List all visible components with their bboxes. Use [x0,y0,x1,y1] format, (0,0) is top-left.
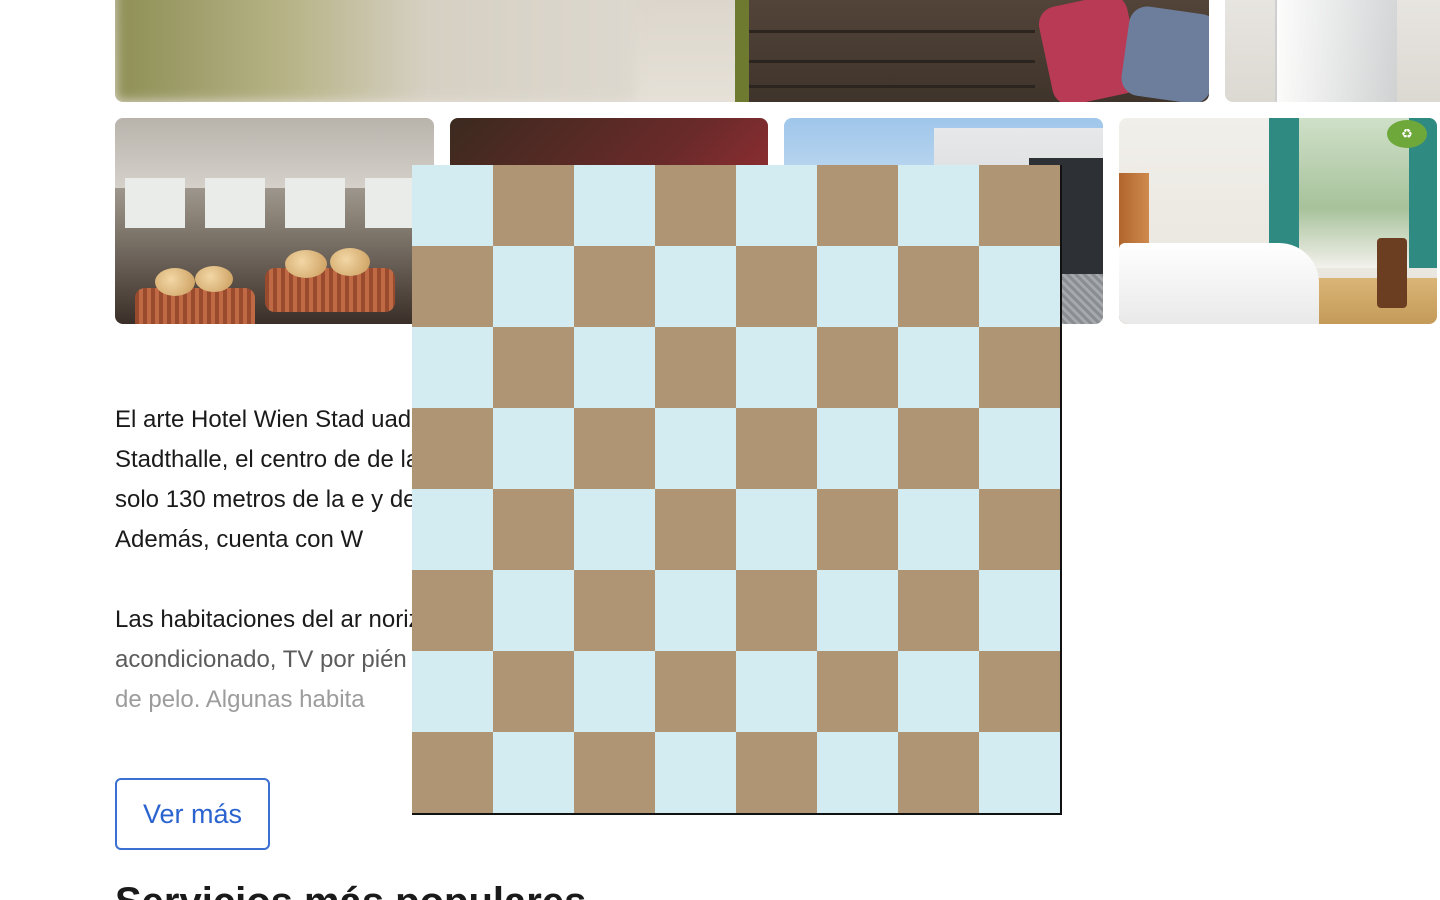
photo-detail-window [285,178,345,228]
photo-detail-bed [1119,243,1319,324]
checkerboard-square [655,327,736,408]
gallery-photo-bathroom[interactable] [1225,0,1440,102]
photo-detail-frame [735,0,749,102]
checkerboard-square [736,408,817,489]
photo-detail-wall [115,0,635,102]
checkerboard-square [574,570,655,651]
checkerboard-square [412,246,493,327]
checkerboard-square [493,408,574,489]
checkerboard-square [412,651,493,732]
photo-detail-basket [135,288,255,324]
checkerboard-square [898,570,979,651]
photo-detail-line [745,85,1035,88]
checkerboard-square [412,732,493,813]
checkerboard-square [493,489,574,570]
photo-detail-window [205,178,265,228]
section-title-popular-services: Servicios más populares [115,880,586,900]
photo-detail-pillow [1119,4,1209,102]
checkerboard-square [736,651,817,732]
checkerboard-square [736,489,817,570]
checkerboard-square [979,570,1060,651]
checkerboard-square [412,165,493,246]
checkerboard-square [493,570,574,651]
checkerboard-square [817,570,898,651]
photo-detail-bread [285,250,327,278]
checkerboard-overlay [412,165,1062,815]
gallery-photo-room[interactable]: ♻ [1119,118,1437,324]
checkerboard-square [574,651,655,732]
checkerboard-square [655,651,736,732]
checkerboard-square [898,165,979,246]
checkerboard-square [979,489,1060,570]
photo-detail-basket [265,268,395,312]
checkerboard-square [412,570,493,651]
photo-detail-line [745,30,1035,33]
checkerboard-square [817,246,898,327]
checkerboard-square [574,408,655,489]
checkerboard-square [736,327,817,408]
checkerboard-square [574,732,655,813]
checkerboard-square [736,165,817,246]
checkerboard-square [979,246,1060,327]
checkerboard-square [655,246,736,327]
checkerboard-square [898,408,979,489]
checkerboard-square [979,165,1060,246]
photo-detail-glass [1275,0,1397,102]
checkerboard-square [979,651,1060,732]
gallery-photo-breakfast[interactable] [115,118,434,324]
photo-detail-bread [330,248,370,276]
checkerboard-square [412,408,493,489]
checkerboard-square [493,165,574,246]
checkerboard-square [493,246,574,327]
gallery-photo-lounge[interactable] [115,0,1209,102]
checkerboard-square [979,408,1060,489]
checkerboard-square [574,327,655,408]
photo-detail-floor [1309,278,1437,324]
checkerboard-square [898,732,979,813]
photo-detail-chair [1377,238,1407,308]
checkerboard-square [655,570,736,651]
checkerboard-square [655,408,736,489]
hotel-page: ♻ El arte Hotel Wien Stad uado a solo 1 … [0,0,1440,900]
photo-detail-bread [155,268,195,296]
checkerboard-square [412,489,493,570]
checkerboard-square [898,246,979,327]
photo-detail-bread [195,266,233,292]
photo-detail-window [125,178,185,228]
photo-detail-line [745,60,1035,63]
checkerboard-square [979,327,1060,408]
checkerboard-square [574,165,655,246]
checkerboard-square [898,327,979,408]
checkerboard-square [817,651,898,732]
checkerboard-square [817,489,898,570]
checkerboard-square [979,732,1060,813]
see-more-button[interactable]: Ver más [115,778,270,850]
checkerboard-square [655,732,736,813]
checkerboard-square [655,489,736,570]
checkerboard-square [898,489,979,570]
checkerboard-square [736,246,817,327]
checkerboard-square [493,327,574,408]
checkerboard-square [736,732,817,813]
checkerboard-square [817,408,898,489]
checkerboard-square [655,165,736,246]
checkerboard-square [817,327,898,408]
checkerboard-square [736,570,817,651]
checkerboard-square [817,732,898,813]
checkerboard-square [493,732,574,813]
checkerboard-square [493,651,574,732]
checkerboard-square [817,165,898,246]
checkerboard-square [574,246,655,327]
checkerboard-square [574,489,655,570]
checkerboard-square [898,651,979,732]
checkerboard-square [412,327,493,408]
eco-certified-icon: ♻ [1387,120,1427,148]
